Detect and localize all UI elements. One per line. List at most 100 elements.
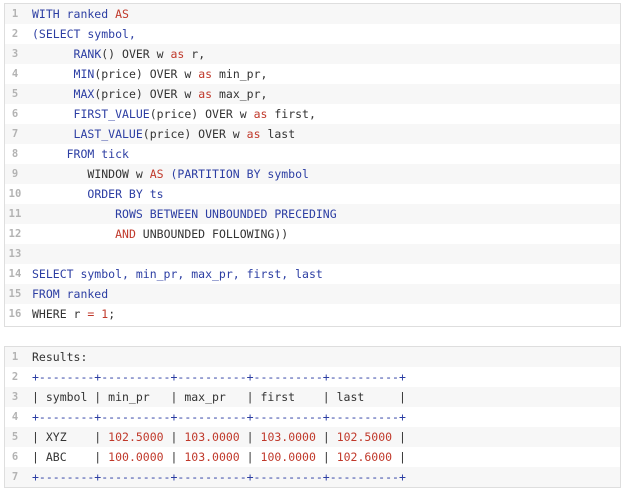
code-token: +--------+----------+----------+--------…	[32, 470, 406, 484]
code-token: ORDER BY ts	[87, 187, 164, 201]
code-token: WHERE r	[32, 307, 88, 321]
line-text: FROM tick	[32, 144, 129, 164]
line-number: 10	[8, 188, 22, 200]
line-text: +--------+----------+----------+--------…	[32, 407, 406, 427]
line-number: 7	[11, 128, 19, 140]
code-line: 3 RANK() OVER w as r,	[5, 44, 620, 64]
code-token: () OVER w	[101, 47, 171, 61]
line-text: Results:	[32, 347, 87, 367]
result-line: 7 +--------+----------+----------+-------…	[5, 467, 620, 487]
code-token: 102.6000	[336, 450, 393, 464]
line-number: 4	[11, 68, 19, 80]
code-token: 102.5000	[336, 430, 393, 444]
code-token: AS	[149, 167, 164, 181]
code-token: FIRST_VALUE	[73, 107, 150, 121]
code-line: 4 MIN(price) OVER w as min_pr,	[5, 64, 620, 84]
code-line: 13	[5, 244, 620, 264]
line-number: 2	[11, 371, 19, 383]
code-token: last	[260, 127, 296, 141]
code-token: max_pr,	[212, 87, 268, 101]
code-token: RANK	[73, 47, 102, 61]
line-number: 16	[8, 308, 22, 320]
line-text: ROWS BETWEEN UNBOUNDED PRECEDING	[32, 204, 337, 224]
code-token: as	[246, 127, 261, 141]
code-token: |	[392, 430, 406, 444]
code-token: +--------+----------+----------+--------…	[32, 370, 406, 384]
code-token: WITH ranked	[32, 7, 116, 21]
code-token: |	[163, 450, 185, 464]
code-token: | XYZ |	[32, 430, 109, 444]
line-text: | ABC | 100.0000 | 103.0000 | 100.0000 |…	[32, 447, 406, 467]
code-line: 8 FROM tick	[5, 144, 620, 164]
code-line: 10 ORDER BY ts	[5, 184, 620, 204]
code-line: 9 WINDOW w AS (PARTITION BY symbol	[5, 164, 620, 184]
line-text: ORDER BY ts	[32, 184, 164, 204]
code-token: WINDOW w	[87, 167, 150, 181]
line-number: 5	[11, 88, 19, 100]
code-token: AND	[115, 227, 136, 241]
line-text: (SELECT symbol,	[32, 24, 136, 44]
code-token: first,	[267, 107, 316, 121]
code-token: as	[198, 87, 213, 101]
line-text: SELECT symbol, min_pr, max_pr, first, la…	[32, 264, 323, 284]
code-token: (PARTITION BY symbol	[163, 167, 309, 181]
code-line: 15 FROM ranked	[5, 284, 620, 304]
code-token: |	[392, 450, 406, 464]
line-text: WINDOW w AS (PARTITION BY symbol	[32, 164, 309, 184]
code-token: +--------+----------+----------+--------…	[32, 410, 406, 424]
code-token: (price) OVER w	[149, 107, 254, 121]
line-text: MIN(price) OVER w as min_pr,	[32, 64, 268, 84]
code-token: |	[315, 450, 337, 464]
line-number: 6	[11, 108, 19, 120]
line-number: 6	[11, 451, 19, 463]
query-results-block: 1 Results: 2 +--------+----------+---------…	[4, 346, 621, 488]
code-token: FROM ranked	[32, 287, 109, 301]
code-token: MIN	[73, 67, 95, 81]
code-token: 103.0000	[184, 450, 240, 464]
line-number: 1	[11, 351, 19, 363]
code-token: 103.0000	[260, 430, 316, 444]
code-token: |	[239, 450, 261, 464]
code-token: (price) OVER w	[94, 67, 199, 81]
code-token: (price) OVER w	[142, 127, 247, 141]
result-line: 6 | ABC | 100.0000 | 103.0000 | 100.0000 …	[5, 447, 620, 467]
line-number: 14	[8, 268, 22, 280]
code-token: ROWS BETWEEN UNBOUNDED PRECEDING	[115, 207, 337, 221]
code-token: min_pr,	[212, 67, 268, 81]
line-number: 1	[11, 8, 19, 20]
line-number: 13	[8, 248, 22, 260]
line-text: +--------+----------+----------+--------…	[32, 467, 406, 487]
result-line: 4 +--------+----------+----------+-------…	[5, 407, 620, 427]
code-line: 14 SELECT symbol, min_pr, max_pr, first, …	[5, 264, 620, 284]
line-text: LAST_VALUE(price) OVER w as last	[32, 124, 296, 144]
line-text: AND UNBOUNDED FOLLOWING))	[32, 224, 288, 244]
sql-code-block: 1 WITH ranked AS 2 (SELECT symbol, 3 RANK() …	[4, 3, 621, 327]
line-text: +--------+----------+----------+--------…	[32, 367, 406, 387]
code-token: |	[239, 430, 261, 444]
code-token: 100.0000	[260, 450, 316, 464]
code-token: ;	[108, 307, 116, 321]
code-token: (SELECT symbol,	[32, 27, 136, 41]
result-line: 2 +--------+----------+----------+-------…	[5, 367, 620, 387]
code-token: (price) OVER w	[94, 87, 199, 101]
line-text: | XYZ | 102.5000 | 103.0000 | 103.0000 |…	[32, 427, 406, 447]
code-line: 16 WHERE r = 1;	[5, 304, 620, 324]
line-number: 7	[11, 471, 19, 483]
code-token: 102.5000	[108, 430, 164, 444]
code-token: 103.0000	[184, 430, 240, 444]
code-token: |	[315, 430, 337, 444]
code-token: |	[163, 430, 185, 444]
code-token: Results:	[32, 350, 88, 364]
code-token: | symbol | min_pr | max_pr | first | las…	[32, 390, 406, 404]
line-number: 12	[8, 228, 22, 240]
line-text: | symbol | min_pr | max_pr | first | las…	[32, 387, 406, 407]
line-text: MAX(price) OVER w as max_pr,	[32, 84, 268, 104]
code-token: as	[170, 47, 185, 61]
